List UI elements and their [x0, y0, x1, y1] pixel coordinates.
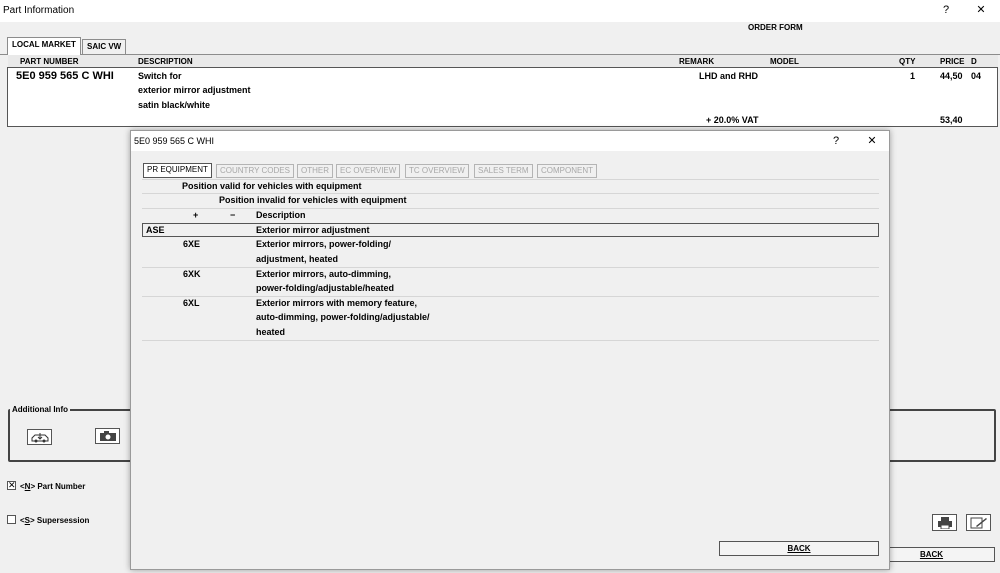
valid-text: Position valid for vehicles with equipme…: [182, 181, 362, 191]
item-description-line: auto-dimming, power-folding/adjustable/: [256, 312, 430, 322]
tab-pr-equipment[interactable]: PR EQUIPMENT: [143, 163, 212, 178]
family-code: ASE: [146, 225, 165, 235]
remark: LHD and RHD: [699, 71, 758, 81]
item-code: 6XE: [183, 239, 201, 249]
tab-saic-vw[interactable]: SAIC VW: [82, 39, 127, 55]
print-icon[interactable]: [932, 514, 957, 531]
table-row[interactable]: ASE Exterior mirror adjustment: [142, 223, 879, 237]
item-description-line: Exterior mirrors with memory feature,: [256, 298, 418, 308]
description-line-1: Switch for: [138, 71, 182, 81]
parts-table-header: PART NUMBER DESCRIPTION REMARK MODEL QTY…: [8, 55, 998, 67]
vat-label: + 20.0% VAT: [706, 115, 759, 125]
window-title: Part Information: [3, 5, 75, 16]
vehicle-icon[interactable]: [27, 429, 52, 445]
edit-icon[interactable]: [966, 514, 991, 531]
family-description: Exterior mirror adjustment: [256, 225, 370, 235]
header-price: PRICE: [940, 57, 965, 66]
tab-component[interactable]: COMPONENT: [537, 164, 597, 178]
tab-country-codes[interactable]: COUNTRY CODES: [216, 164, 294, 178]
item-code: 6XL: [183, 298, 200, 308]
camera-icon[interactable]: [95, 428, 120, 444]
description-line-2: exterior mirror adjustment: [138, 85, 251, 95]
dialog-help-button[interactable]: ?: [819, 131, 853, 151]
col-plus: +: [193, 210, 199, 220]
qty: 1: [910, 71, 916, 81]
supersession-checkbox[interactable]: [7, 515, 16, 524]
header-description: DESCRIPTION: [138, 57, 193, 66]
help-button[interactable]: ?: [929, 0, 963, 22]
pr-equipment-table: Position valid for vehicles with equipme…: [142, 179, 879, 341]
tab-tc-overview[interactable]: TC OVERVIEW: [405, 164, 469, 178]
row-divider: [142, 267, 879, 268]
discount-code: 04: [971, 71, 982, 81]
row-divider: [142, 296, 879, 297]
main-titlebar: [0, 0, 1000, 22]
item-description-line: adjustment, heated: [256, 254, 339, 264]
dialog-back-button[interactable]: BACK: [719, 541, 879, 556]
supersession-option-label: <S> Supersession: [20, 516, 90, 525]
additional-info-legend: Additional Info: [10, 405, 70, 414]
header-remark: REMARK: [679, 57, 715, 66]
col-description: Description: [256, 210, 306, 220]
part-number-option-label: <N> Part Number: [20, 482, 86, 491]
part-number: 5E0 959 565 C WHI: [16, 70, 114, 82]
col-minus: −: [230, 210, 236, 220]
header-model: MODEL: [770, 57, 799, 66]
tab-sales-term[interactable]: SALES TERM: [474, 164, 533, 178]
header-d: D: [971, 57, 977, 66]
item-description-line: heated: [256, 327, 286, 337]
dialog-titlebar: [131, 131, 889, 151]
invalid-text: Position invalid for vehicles with equip…: [219, 195, 407, 205]
part-number-checkbox[interactable]: ✕: [7, 481, 16, 490]
dialog-close-button[interactable]: ✕: [855, 131, 889, 151]
order-form-label: ORDER FORM: [748, 23, 803, 32]
header-qty: QTY: [899, 57, 916, 66]
price: 44,50: [940, 71, 963, 81]
pr-equipment-dialog: 5E0 959 565 C WHI ? ✕ PR EQUIPMENT COUNT…: [130, 130, 890, 570]
description-line-3: satin black/white: [138, 100, 211, 110]
item-description-line: power-folding/adjustable/heated: [256, 283, 395, 293]
tab-local-market[interactable]: LOCAL MARKET: [7, 37, 81, 55]
header-part-number: PART NUMBER: [20, 57, 79, 66]
item-description-line: Exterior mirrors, power-folding/: [256, 239, 392, 249]
row-divider: [142, 193, 879, 194]
item-description-line: Exterior mirrors, auto-dimming,: [256, 269, 392, 279]
item-code: 6XK: [183, 269, 201, 279]
row-divider: [142, 208, 879, 209]
vat-price: 53,40: [940, 115, 963, 125]
dialog-title: 5E0 959 565 C WHI: [134, 136, 215, 146]
table-row[interactable]: 5E0 959 565 C WHI Switch for exterior mi…: [7, 67, 998, 127]
close-button[interactable]: ✕: [964, 0, 998, 22]
tab-other[interactable]: OTHER: [297, 164, 333, 178]
row-divider: [142, 340, 879, 341]
tab-ec-overview[interactable]: EC OVERVIEW: [336, 164, 401, 178]
row-divider: [142, 179, 879, 180]
